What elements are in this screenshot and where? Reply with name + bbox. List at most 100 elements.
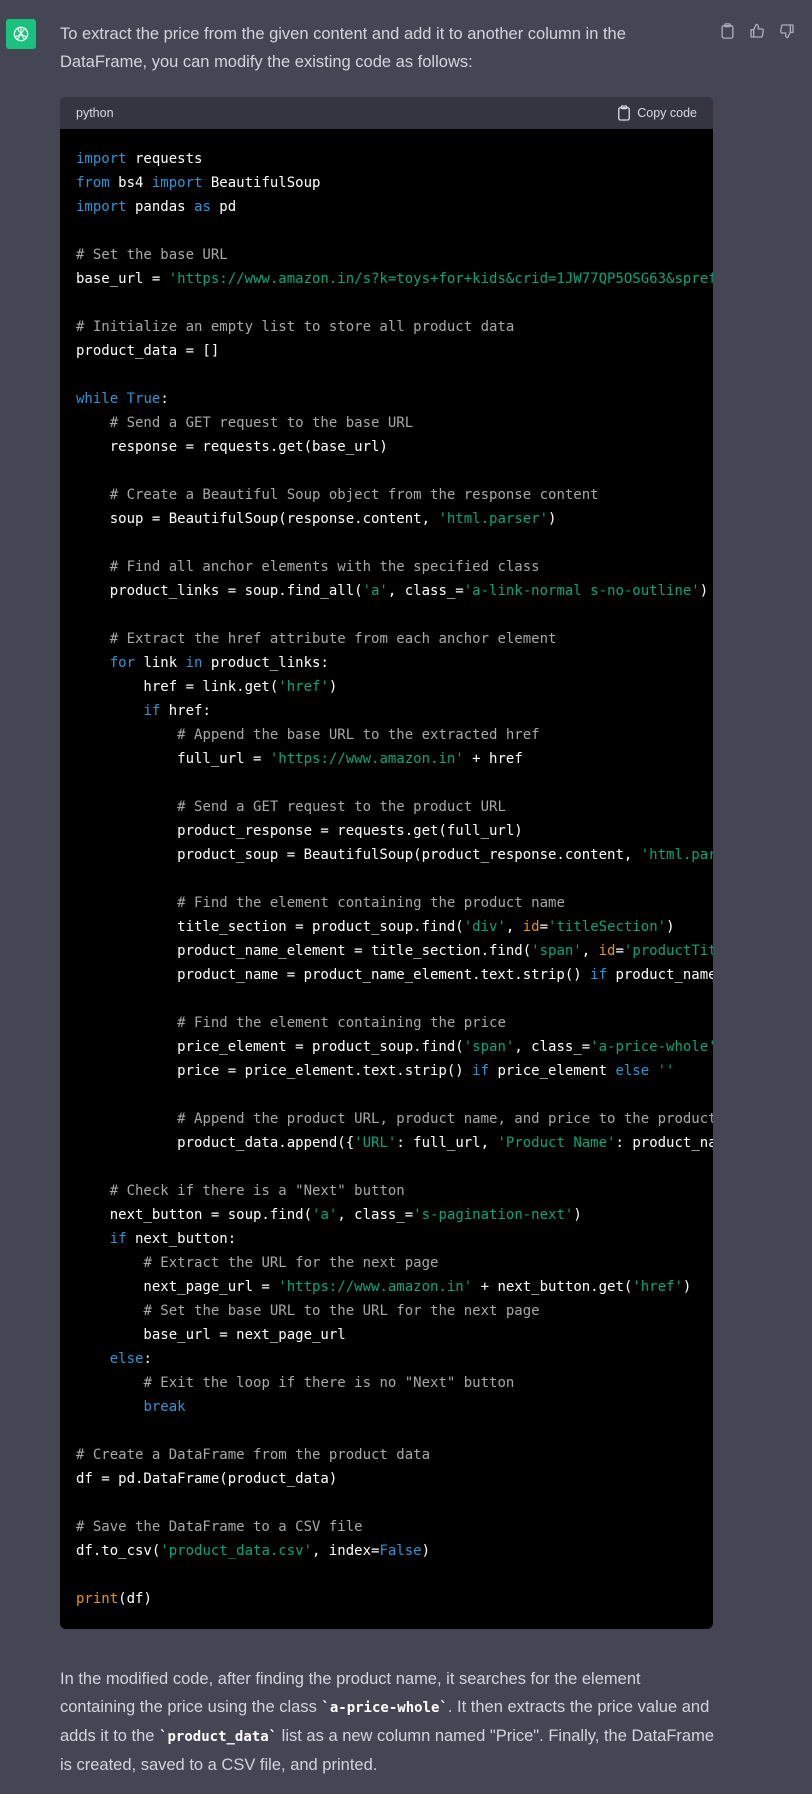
code-token: # Append the product URL, product name, … [177,1111,713,1127]
code-line: if next_button: [76,1227,697,1251]
code-line: # Save the DataFrame to a CSV file [76,1515,697,1539]
code-token: # Create a DataFrame from the product da… [76,1447,431,1463]
code-token: as [194,199,211,215]
code-token: : [143,1351,152,1367]
clipboard-icon [721,23,733,39]
code-token: # Check if there is a "Next" button [109,1183,405,1199]
code-token: if [143,703,161,719]
code-token: next_page_url = [76,1279,279,1295]
code-token: ) [573,1207,582,1223]
code-token: title_section = product_soup.find( [76,919,464,935]
code-line: if href: [76,699,697,723]
code-token: for [109,655,136,671]
code-token: # Send a GET request to the base URL [109,415,414,431]
code-token: , [581,943,599,959]
code-line: # Find the element containing the price [76,1011,697,1035]
code-line: soup = BeautifulSoup(response.content, '… [76,507,697,531]
code-line: # Extract the URL for the next page [76,1251,697,1275]
code-token: in [185,655,203,671]
code-line: # Check if there is a "Next" button [76,1179,697,1203]
code-token: BeautifulSoup [202,175,321,191]
code-token: print [76,1591,119,1607]
code-token: # Initialize an empty list to store all … [76,319,515,335]
code-token: # Find all anchor elements with the spec… [109,559,540,575]
code-token: product_data = [] [76,343,220,359]
code-line: href = link.get('href') [76,675,697,699]
code-token: ) [328,679,338,695]
code-line: price = price_element.text.strip() if pr… [76,1059,697,1083]
code-line: price_element = product_soup.find('span'… [76,1035,713,1059]
code-token: import [76,151,127,167]
code-token: # Create a Beautiful Soup object from th… [109,487,599,503]
code-token: 'href' [278,679,329,695]
code-line: # Initialize an empty list to store all … [76,315,697,339]
code-line: while True: [76,387,697,411]
code-block: python Copy code import requests from bs4… [60,97,713,1629]
code-token: href: [160,703,211,719]
code-token: ) [666,919,675,935]
code-token: , index= [312,1543,380,1559]
code-line: # Append the product URL, product name, … [76,1107,713,1131]
code-token: price = price_element.text.strip() [76,1063,473,1079]
copy-code-button[interactable]: Copy code [617,105,697,121]
code-token: if [109,1231,127,1247]
thumbs-down-button[interactable] [778,22,796,40]
code-token: 'https://www.amazon.in/s?k=toys+for+kids… [168,271,713,287]
code-token: 'productTitle' [623,943,713,959]
code-token: 'a' [312,1207,338,1223]
code-token: product_soup = BeautifulSoup(product_res… [76,847,641,863]
code-token: product_data.append({ [76,1135,355,1151]
code-token: # Find the element containing the produc… [177,895,565,911]
code-token: # Append the base URL to the extracted h… [177,727,540,743]
code-token: product_links: [202,655,329,671]
code-line: product_data = [] [76,339,697,363]
code-token: base_url = [76,271,169,287]
code-token: # Save the DataFrame to a CSV file [76,1519,363,1535]
code-token: df.to_csv( [76,1543,161,1559]
code-token: # Set the base URL [76,247,228,263]
code-token: + href [463,751,523,767]
code-token: product_name_element = title_section.fin… [76,943,532,959]
code-token: ) [699,583,709,599]
code-content[interactable]: import requests from bs4 import Beautiful… [60,129,713,1611]
code-token: + next_button.get( [472,1279,633,1295]
code-token: 'a-price-whole' [590,1039,713,1055]
thumbs-up-button[interactable] [748,22,766,40]
code-line: title_section = product_soup.find('div',… [76,915,697,939]
code-token: 'a' [362,583,388,599]
code-token: price_element [489,1063,616,1079]
thumbs-up-icon [750,23,764,38]
code-token: next_button = soup.find( [76,1207,313,1223]
code-token: # Find the element containing the price [177,1015,506,1031]
code-line: else: [76,1347,697,1371]
code-token: 'https://www.amazon.in' [269,751,464,767]
copy-message-button[interactable] [718,22,736,40]
code-token: else [615,1063,650,1079]
code-token: 'div' [463,919,506,935]
code-token: : product_name, [615,1135,713,1151]
code-line: import pandas as pd [76,195,697,219]
code-token: response = requests.get(base_url) [76,439,388,455]
code-token: # Extract the href attribute from each a… [109,631,557,647]
code-token: # Send a GET request to the product URL [177,799,506,815]
code-language-label: python [76,106,114,120]
code-token: import [76,199,127,215]
code-token: pandas [126,199,195,215]
code-line: print(df) [76,1587,697,1611]
code-line: product_name_element = title_section.fin… [76,939,713,963]
code-token: product_links = soup.find_all( [76,583,363,599]
code-token: href = link.get( [76,679,279,695]
